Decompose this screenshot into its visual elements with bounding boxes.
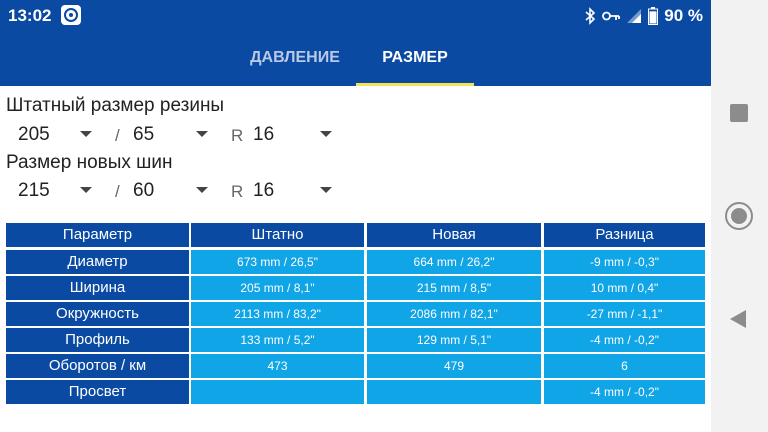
new-size-label: Размер новых шин	[6, 152, 173, 173]
chevron-down-icon	[320, 187, 332, 193]
rim-label: R	[231, 182, 244, 201]
new-profile-value: 60	[133, 180, 155, 201]
table-cell-new	[367, 380, 541, 404]
table-row-param: Окружность	[6, 302, 189, 326]
table-cell-stock: 2113 mm / 83,2"	[191, 302, 364, 326]
tab-size[interactable]: РАЗМЕР	[356, 36, 474, 86]
table-row-param: Профиль	[6, 328, 189, 352]
back-icon[interactable]	[730, 310, 746, 328]
chevron-down-icon	[80, 187, 92, 193]
tab-pressure[interactable]: ДАВЛЕНИЕ	[236, 36, 354, 86]
chevron-down-icon	[80, 131, 92, 137]
battery-icon	[648, 7, 659, 25]
table-cell-diff: 6	[544, 354, 705, 378]
app-window: 13:02 90 % ДАВЛЕНИЕ РАЗМЕР Штатный разме…	[0, 0, 711, 432]
table-cell-new: 664 mm / 26,2"	[367, 250, 541, 274]
stock-profile-value: 65	[133, 124, 155, 145]
table-cell-stock: 205 mm / 8,1"	[191, 276, 364, 300]
status-icons: 90 %	[584, 6, 703, 26]
table-cell-diff: -9 mm / -0,3"	[544, 250, 705, 274]
table-row-param: Ширина	[6, 276, 189, 300]
status-time: 13:02	[8, 6, 52, 25]
home-icon-inner	[731, 208, 747, 224]
table-row-param: Оборотов / км	[6, 354, 189, 378]
active-tab-indicator	[356, 83, 474, 86]
new-width-value: 215	[18, 180, 50, 201]
column-header: Параметр	[6, 223, 189, 247]
table-cell-new: 479	[367, 354, 541, 378]
column-header: Разница	[544, 223, 705, 247]
stock-width-value: 205	[18, 124, 50, 145]
table-cell-new: 215 mm / 8,5"	[367, 276, 541, 300]
stock-rim-value: 16	[253, 124, 275, 145]
table-cell-stock: 133 mm / 5,2"	[191, 328, 364, 352]
app-header: 13:02 90 % ДАВЛЕНИЕ РАЗМЕР	[0, 0, 711, 86]
table-cell-diff: -4 mm / -0,2"	[544, 380, 705, 404]
key-icon	[602, 11, 621, 21]
status-bar: 13:02 90 %	[0, 0, 711, 32]
battery-percent: 90 %	[664, 6, 703, 25]
table-cell-new: 129 mm / 5,1"	[367, 328, 541, 352]
chevron-down-icon	[196, 187, 208, 193]
chevron-down-icon	[196, 131, 208, 137]
table-cell-stock: 673 mm / 26,5"	[191, 250, 364, 274]
table-cell-diff: 10 mm / 0,4"	[544, 276, 705, 300]
app-icon	[61, 5, 81, 25]
table-cell-diff: -4 mm / -0,2"	[544, 328, 705, 352]
signal-icon	[627, 9, 642, 23]
table-cell-new: 2086 mm / 82,1"	[367, 302, 541, 326]
table-row-param: Диаметр	[6, 250, 189, 274]
table-cell-stock	[191, 380, 364, 404]
rim-label: R	[231, 126, 244, 145]
size-separator: /	[115, 182, 120, 201]
table-row-param: Просвет	[6, 380, 189, 404]
table-cell-diff: -27 mm / -1,1"	[544, 302, 705, 326]
tab-bar: ДАВЛЕНИЕ РАЗМЕР	[0, 36, 711, 86]
recent-apps-icon[interactable]	[730, 104, 748, 122]
bluetooth-icon	[585, 7, 596, 25]
column-header: Новая	[367, 223, 541, 247]
column-header: Штатно	[191, 223, 364, 247]
chevron-down-icon	[320, 131, 332, 137]
stock-size-label: Штатный размер резины	[6, 95, 225, 116]
size-separator: /	[115, 126, 120, 145]
new-rim-value: 16	[253, 180, 275, 201]
table-cell-stock: 473	[191, 354, 364, 378]
